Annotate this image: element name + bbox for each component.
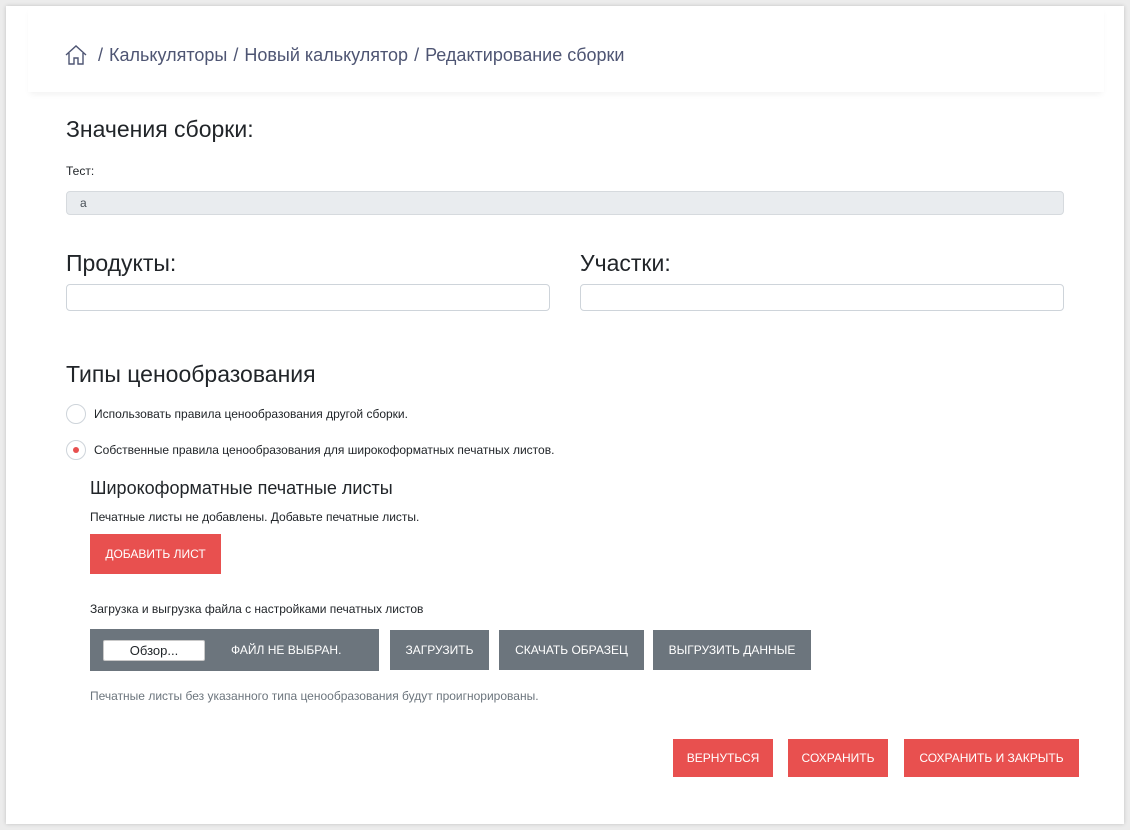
breadcrumb-item-calculators[interactable]: Калькуляторы (109, 45, 227, 66)
file-input[interactable]: Обзор... Файл не выбран. (90, 629, 379, 671)
page-header: / Калькуляторы / Новый калькулятор / Ред… (28, 6, 1104, 92)
main-card: / Калькуляторы / Новый калькулятор / Ред… (6, 6, 1124, 824)
products-title: Продукты: (66, 250, 177, 276)
pricing-option-label: Использовать правила ценообразования дру… (94, 407, 408, 421)
sections-title: Участки: (580, 250, 671, 276)
breadcrumb-separator: / (414, 44, 420, 65)
save-button[interactable]: Сохранить (788, 739, 888, 777)
pricing-option-other-assembly[interactable]: Использовать правила ценообразования дру… (66, 404, 408, 424)
sections-input[interactable] (580, 284, 1064, 311)
breadcrumb: / Калькуляторы / Новый калькулятор / Ред… (64, 42, 624, 68)
no-sheets-message: Печатные листы не добавлены. Добавьте пе… (90, 510, 420, 524)
radio-unchecked[interactable] (66, 404, 86, 424)
upload-button[interactable]: Загрузить (390, 630, 489, 670)
test-value-field: a (66, 191, 1064, 215)
products-input[interactable] (66, 284, 550, 311)
assembly-values-title: Значения сборки: (66, 116, 254, 142)
export-data-button[interactable]: Выгрузить данные (653, 630, 811, 670)
file-section-label: Загрузка и выгрузка файла с настройками … (90, 602, 424, 616)
file-status-text: Файл не выбран. (231, 643, 342, 657)
save-and-close-button[interactable]: Сохранить и закрыть (904, 739, 1079, 777)
back-button[interactable]: Вернуться (673, 739, 773, 777)
breadcrumb-item-current: Редактирование сборки (425, 44, 625, 65)
browse-button[interactable]: Обзор... (103, 639, 205, 661)
home-icon[interactable] (64, 44, 88, 66)
wide-format-sheets-title: Широкоформатные печатные листы (90, 478, 393, 498)
breadcrumb-item-new-calculator[interactable]: Новый калькулятор (244, 45, 408, 66)
pricing-option-label: Собственные правила ценообразования для … (94, 443, 555, 457)
test-label: Тест: (66, 164, 95, 178)
breadcrumb-separator: / (233, 44, 239, 65)
pricing-types-title: Типы ценообразования (66, 361, 316, 387)
breadcrumb-separator: / (98, 44, 104, 65)
add-sheet-button[interactable]: Добавить лист (90, 534, 221, 574)
download-sample-button[interactable]: Скачать образец (499, 630, 644, 670)
ignored-sheets-note: Печатные листы без указанного типа ценоо… (90, 689, 539, 703)
radio-checked[interactable] (66, 440, 86, 460)
pricing-option-own-rules[interactable]: Собственные правила ценообразования для … (66, 440, 554, 460)
